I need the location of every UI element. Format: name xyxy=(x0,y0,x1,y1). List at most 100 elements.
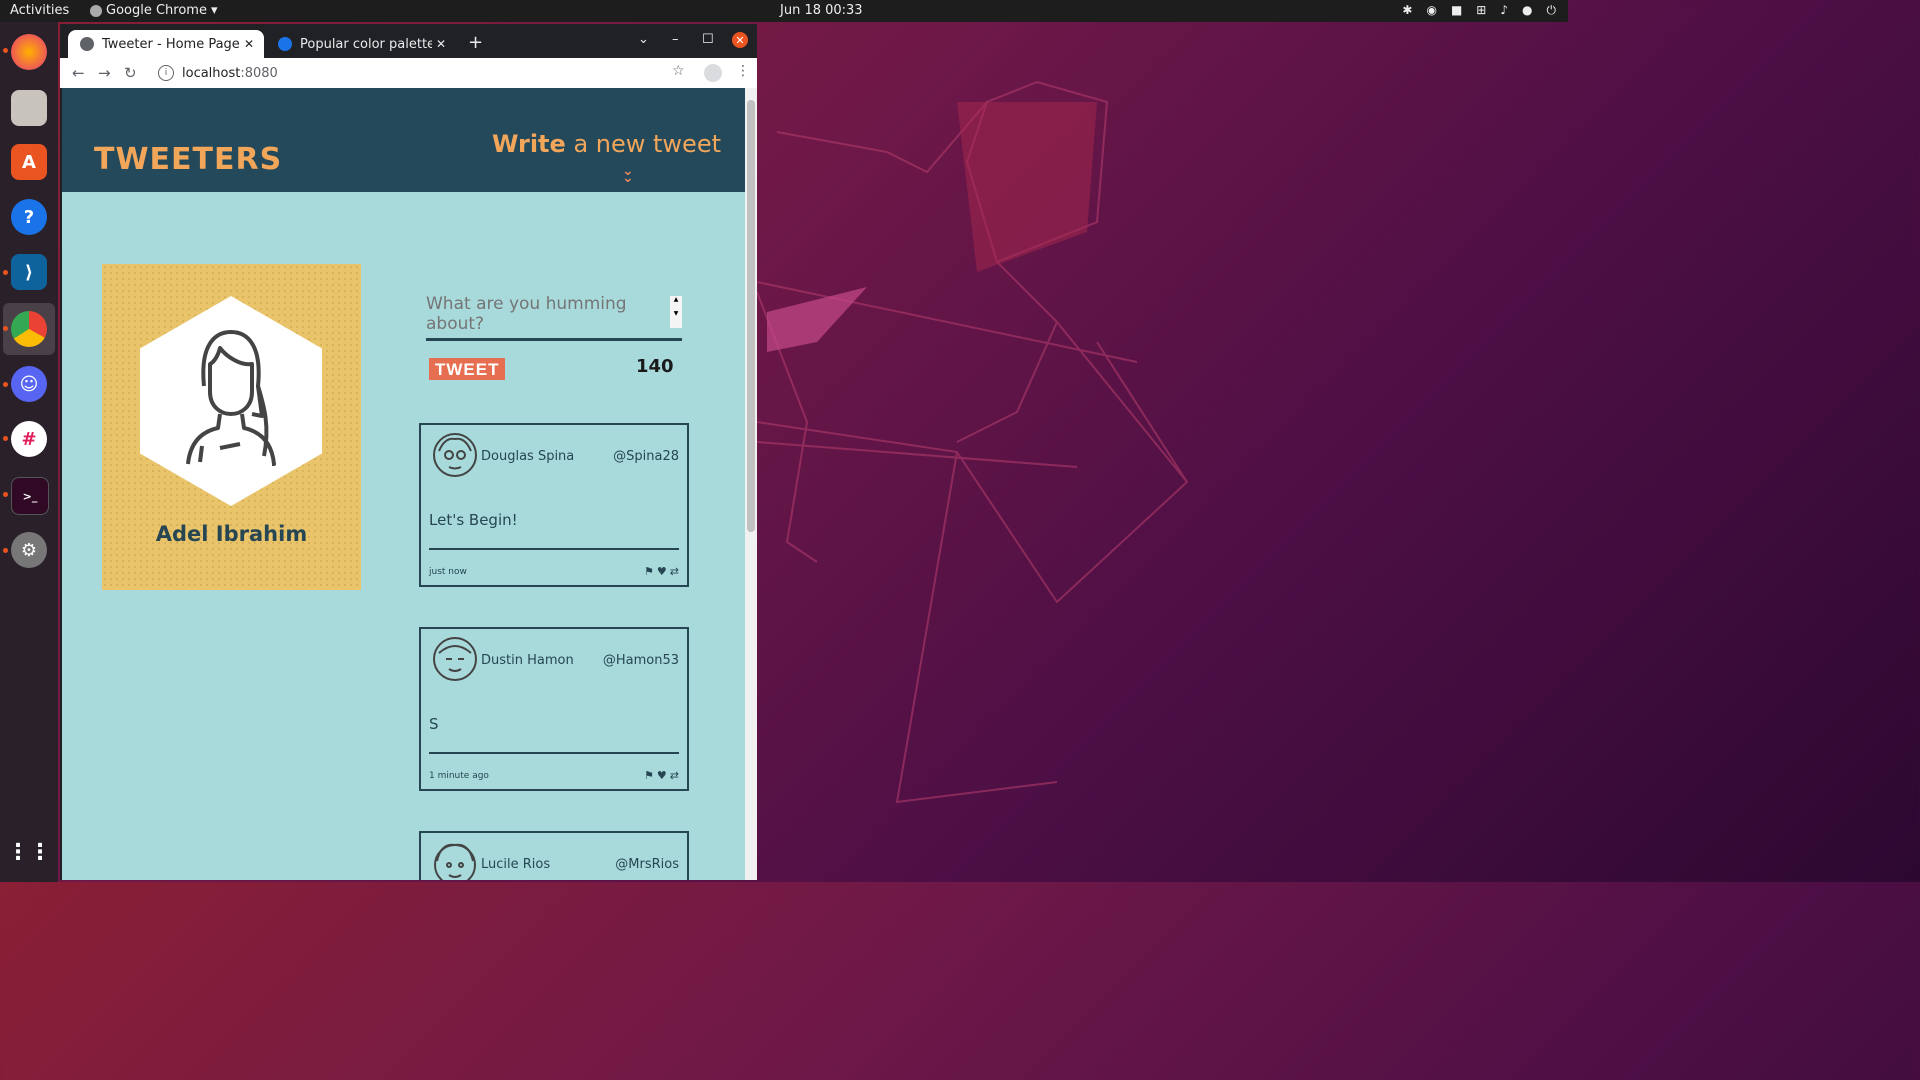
maximize-icon[interactable]: ☐ xyxy=(702,32,714,47)
heart-icon[interactable]: ♥ xyxy=(657,769,667,782)
tweet-divider xyxy=(429,752,679,754)
terminal-icon[interactable]: >_ xyxy=(11,477,49,515)
retweet-icon[interactable]: ⇄ xyxy=(670,565,679,578)
microphone-icon[interactable]: ● xyxy=(1522,3,1532,18)
volume-icon[interactable]: ♪ xyxy=(1500,3,1508,18)
tweet-author-name: Dustin Hamon xyxy=(481,653,574,668)
flag-icon[interactable]: ⚑ xyxy=(644,565,654,578)
profile-hexagon xyxy=(140,296,322,506)
user-avatar-icon xyxy=(433,637,477,681)
compose-bold: Write xyxy=(491,130,566,158)
tweet-actions: ⚑ ♥ ⇄ xyxy=(644,769,679,782)
chrome-small-icon xyxy=(90,4,102,17)
profile-card: Adel Ibrahim xyxy=(102,264,361,590)
globe-icon xyxy=(80,37,94,51)
system-tray[interactable]: ✱ ◉ ■ ⊞ ♪ ● ⏻ xyxy=(1402,3,1556,18)
user-avatar-icon xyxy=(433,433,477,477)
system-top-bar: Activities Google Chrome ▾ Jun 18 00:33 … xyxy=(0,0,1568,22)
site-brand[interactable]: TWEETERS xyxy=(94,142,282,177)
tab-tweeter-home[interactable]: Tweeter - Home Page ✕ xyxy=(68,30,264,58)
vscode-icon[interactable]: ⟩ xyxy=(11,254,47,290)
slack-tray-icon[interactable]: ✱ xyxy=(1402,3,1412,18)
tweet-author-handle: @Hamon53 xyxy=(602,653,679,668)
tweet-input[interactable] xyxy=(426,294,668,330)
close-window-icon[interactable]: ✕ xyxy=(732,32,748,48)
new-tab-icon[interactable]: + xyxy=(468,32,483,53)
tweet-author-name: Lucile Rios xyxy=(481,857,551,872)
zoom-tray-icon[interactable]: ■ xyxy=(1451,3,1462,18)
firefox-icon[interactable] xyxy=(11,34,47,70)
chrome-icon[interactable] xyxy=(11,311,47,347)
tweet-submit-button[interactable]: TWEET xyxy=(429,358,505,380)
browser-toolbar: ← → ↻ i localhost:8080 ☆ ⋮ xyxy=(60,58,757,88)
tweet-author-handle: @Spina28 xyxy=(613,449,679,464)
tweet-divider xyxy=(429,548,679,550)
app-grid-icon[interactable]: ⋮⋮ xyxy=(7,834,51,870)
site-info-icon[interactable]: i xyxy=(158,65,174,81)
retweet-icon[interactable]: ⇄ xyxy=(670,769,679,782)
wallpaper-cat-lines xyxy=(757,80,1189,804)
page-viewport: TWEETERS Write a new tweet ⌄ ⌄ Adel Ibra… xyxy=(62,88,745,880)
tweet-text: S xyxy=(429,715,439,733)
compose-rest: a new tweet xyxy=(565,130,721,158)
running-indicator xyxy=(3,270,8,275)
tweet-card: Douglas Spina @Spina28 Let's Begin! just… xyxy=(419,423,689,587)
tab-label: Popular color palettes - C xyxy=(300,36,432,52)
tab-label: Tweeter - Home Page xyxy=(102,36,240,52)
tab-strip: Tweeter - Home Page ✕ Popular color pale… xyxy=(60,24,757,58)
running-indicator xyxy=(3,48,8,53)
kebab-menu-icon[interactable]: ⋮ xyxy=(736,63,750,79)
site-header: TWEETERS Write a new tweet ⌄ ⌄ xyxy=(62,88,745,192)
app-menu[interactable]: Google Chrome ▾ xyxy=(90,3,218,18)
tab-search-icon[interactable]: ⌄ xyxy=(638,32,649,47)
settings-icon[interactable]: ⚙ xyxy=(11,532,47,568)
profile-avatar-icon[interactable] xyxy=(704,64,722,82)
reload-icon[interactable]: ↻ xyxy=(124,64,137,82)
caret-down-icon: ▾ xyxy=(210,3,218,18)
running-indicator xyxy=(3,326,8,331)
files-icon[interactable] xyxy=(11,90,47,126)
tweet-author-name: Douglas Spina xyxy=(481,449,575,464)
url-host: localhost xyxy=(182,65,241,81)
network-icon[interactable]: ⊞ xyxy=(1476,3,1486,18)
close-tab-icon[interactable]: ✕ xyxy=(240,37,258,51)
tweet-card: Lucile Rios @MrsRios xyxy=(419,831,689,880)
coolors-favicon xyxy=(278,37,292,51)
software-icon[interactable]: A xyxy=(11,144,47,180)
tweet-author-handle: @MrsRios xyxy=(615,857,679,872)
url-port: :8080 xyxy=(240,65,278,81)
user-avatar-icon xyxy=(434,843,476,880)
address-bar[interactable]: i localhost:8080 xyxy=(150,60,690,86)
discord-tray-icon[interactable]: ◉ xyxy=(1426,3,1436,18)
page-scrollbar[interactable] xyxy=(745,88,757,880)
slack-icon[interactable]: # xyxy=(11,421,47,457)
forward-icon[interactable]: → xyxy=(98,64,111,82)
dock: A ? ⟩ ☺ # >_ ⚙ ⋮⋮ xyxy=(0,22,58,882)
tweet-card: Dustin Hamon @Hamon53 S 1 minute ago ⚑ ♥… xyxy=(419,627,689,791)
write-tweet-link[interactable]: Write a new tweet xyxy=(492,130,721,158)
minimize-icon[interactable]: – xyxy=(672,32,679,47)
tweet-timestamp: just now xyxy=(429,567,467,577)
app-menu-label: Google Chrome xyxy=(106,3,207,18)
flag-icon[interactable]: ⚑ xyxy=(644,769,654,782)
running-indicator xyxy=(3,492,8,497)
back-icon[interactable]: ← xyxy=(72,64,85,82)
heart-icon[interactable]: ♥ xyxy=(657,565,667,578)
profile-avatar-icon xyxy=(186,330,276,466)
bookmark-star-icon[interactable]: ☆ xyxy=(672,63,685,79)
tab-color-palettes[interactable]: Popular color palettes - C ✕ xyxy=(266,30,456,58)
profile-name: Adel Ibrahim xyxy=(155,522,308,546)
running-indicator xyxy=(3,436,8,441)
activities-button[interactable]: Activities xyxy=(10,3,69,18)
close-tab-icon[interactable]: ✕ xyxy=(432,37,450,51)
clock[interactable]: Jun 18 00:33 xyxy=(780,3,863,18)
help-icon[interactable]: ? xyxy=(11,199,47,235)
tweet-timestamp: 1 minute ago xyxy=(429,771,489,781)
scrollbar-thumb[interactable] xyxy=(747,100,755,532)
chrome-window: Tweeter - Home Page ✕ Popular color pale… xyxy=(60,24,757,880)
power-icon[interactable]: ⏻ xyxy=(1547,3,1557,18)
double-chevron-down-icon[interactable]: ⌄ ⌄ xyxy=(622,164,634,185)
textarea-scrollbar[interactable]: ▲ ▼ xyxy=(670,296,682,328)
discord-icon[interactable]: ☺ xyxy=(11,366,47,402)
running-indicator xyxy=(3,548,8,553)
